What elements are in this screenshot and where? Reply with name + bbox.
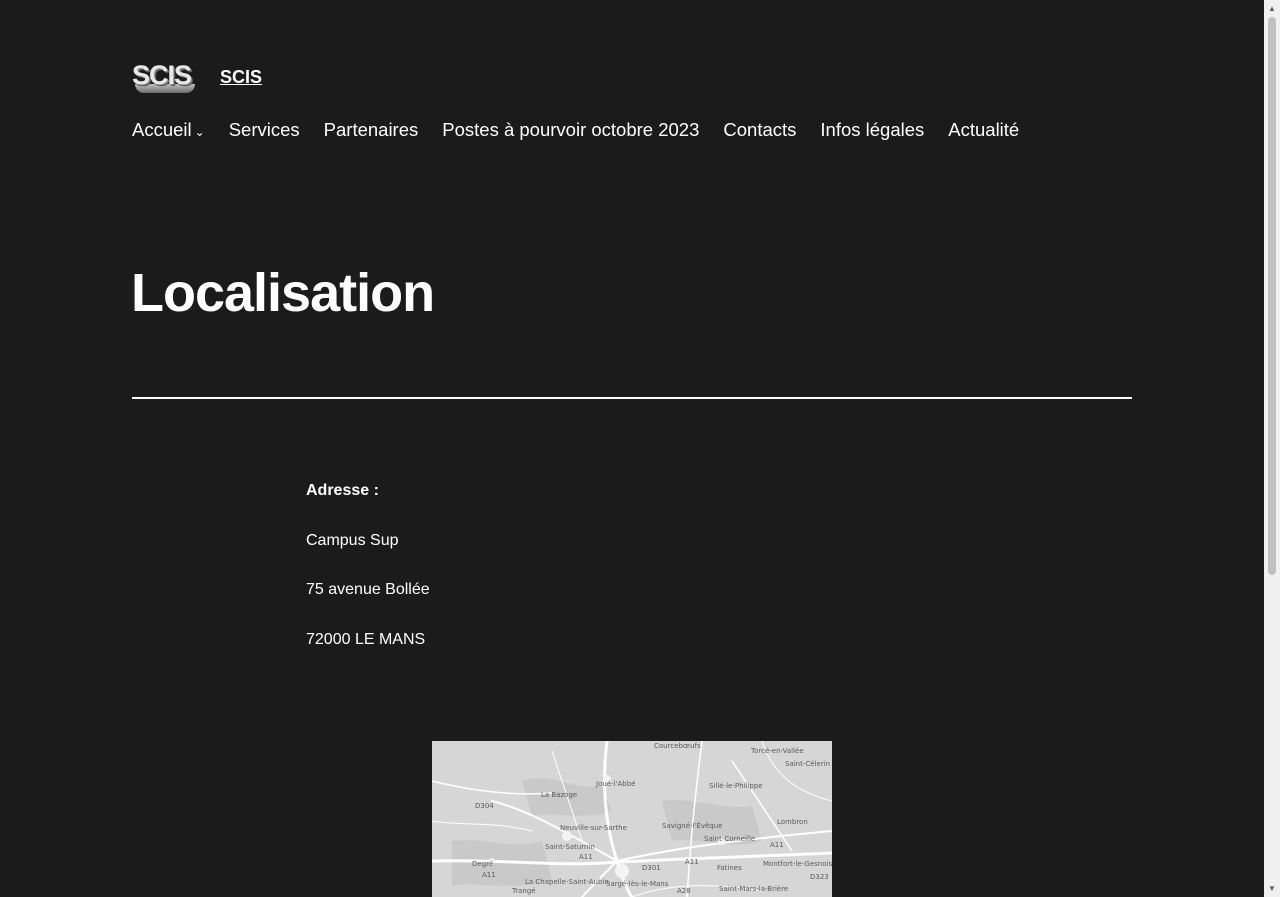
address-label: Adresse : (306, 482, 379, 499)
nav-item-contacts[interactable]: Contacts (723, 119, 796, 141)
map-place-label: Lombron (777, 818, 808, 826)
nav-item-actualite[interactable]: Actualité (948, 119, 1019, 141)
page-title: Localisation (131, 263, 435, 323)
site-title-link[interactable]: SCIS (220, 67, 262, 88)
map-place-label: Saint-Célerin (785, 760, 831, 768)
vertical-scrollbar[interactable]: ▲ ▼ (1264, 0, 1280, 897)
map-place-label: Neuville-sur-Sarthe (560, 824, 627, 832)
map-place-label: Torcé-en-Vallée (751, 747, 804, 755)
scroll-down-arrow-icon[interactable]: ▼ (1264, 880, 1280, 897)
map-road-label: D323 (810, 873, 829, 881)
map-place-label: La Chapelle-Saint-Aubin (525, 878, 609, 886)
address-line-1: Campus Sup (306, 531, 399, 549)
nav-item-accueil[interactable]: Accueil ⌄ (132, 119, 205, 141)
page: SCIS SCIS Accueil ⌄ Services Partenaires… (0, 0, 1264, 897)
main-navigation: Accueil ⌄ Services Partenaires Postes à … (132, 119, 1043, 141)
nav-item-postes[interactable]: Postes à pourvoir octobre 2023 (442, 119, 699, 141)
map-place-label: Saint-Mars-la-Brière (719, 885, 789, 893)
map-place-label: Fatines (717, 864, 742, 872)
address-line-3: 72000 LE MANS (306, 630, 426, 648)
scroll-up-arrow-icon[interactable]: ▲ (1264, 0, 1280, 17)
map-place-label: La Bazoge (541, 791, 578, 799)
map-place-label: Saint-Saturnin (545, 843, 595, 851)
map-place-label: Joué-l'Abbé (596, 780, 636, 788)
map-place-label: Sillé-le-Philippe (709, 782, 763, 790)
map-place-label: Courcebœufs (654, 742, 701, 750)
map-place-label: Trangé (512, 887, 536, 895)
map-road-label: A28 (677, 887, 691, 895)
title-divider (132, 397, 1132, 399)
map-road-label: A11 (579, 853, 593, 861)
map-road-label: A11 (770, 841, 784, 849)
map-road-label: D304 (475, 802, 494, 810)
site-logo[interactable]: SCIS (132, 58, 198, 96)
nav-item-infos-legales[interactable]: Infos légales (820, 119, 924, 141)
address-line-2: 75 avenue Bollée (306, 581, 430, 598)
location-map[interactable]: Courcebœufs Torcé-en-Vallée Saint-Céleri… (432, 741, 832, 897)
nav-item-label: Accueil (132, 119, 192, 140)
map-place-label: Degré (472, 860, 494, 868)
map-place-label: Savigné-l'Évêque (662, 822, 723, 830)
logo-text: SCIS (132, 60, 192, 90)
scrollbar-thumb[interactable] (1268, 17, 1276, 575)
nav-item-services[interactable]: Services (229, 119, 300, 141)
map-place-label: Sargé-lès-le-Mans (606, 880, 669, 888)
map-place-label: Montfort-le-Gesnois (763, 860, 832, 868)
nav-item-partenaires[interactable]: Partenaires (324, 119, 419, 141)
address-block: Adresse : Campus Sup 75 avenue Bollée 72… (306, 481, 430, 679)
map-road-label: A11 (482, 871, 496, 879)
map-place-label: Saint-Corneille (704, 835, 756, 843)
map-road-label: A11 (685, 858, 699, 866)
map-road-label: D301 (642, 864, 661, 872)
chevron-down-icon[interactable]: ⌄ (195, 125, 205, 139)
site-branding: SCIS SCIS (132, 58, 262, 96)
